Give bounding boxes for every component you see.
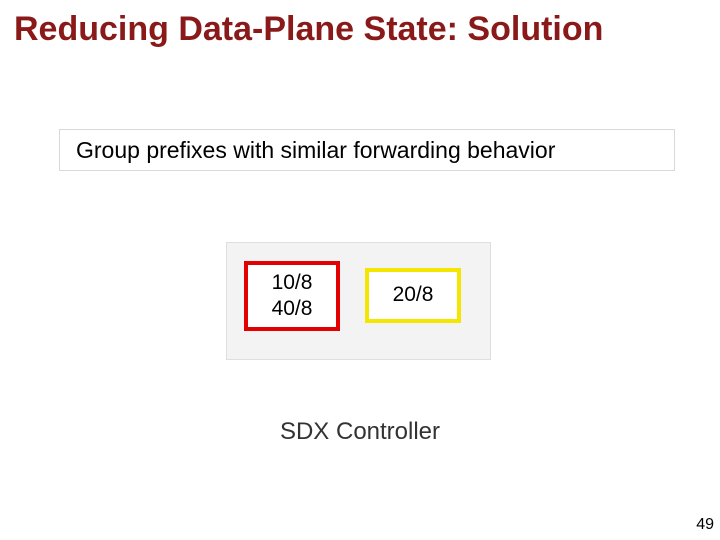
subtitle-box: Group prefixes with similar forwarding b… xyxy=(59,129,675,171)
slide-title: Reducing Data-Plane State: Solution xyxy=(14,10,674,49)
slide: Reducing Data-Plane State: Solution Grou… xyxy=(0,0,720,540)
subtitle-text: Group prefixes with similar forwarding b… xyxy=(76,137,555,164)
prefix-text: 40/8 xyxy=(272,296,313,322)
page-number: 49 xyxy=(696,516,714,534)
prefix-text: 10/8 xyxy=(272,270,313,296)
prefix-group-yellow: 20/8 xyxy=(365,268,461,323)
prefix-group-red: 10/8 40/8 xyxy=(244,261,340,331)
controller-label: SDX Controller xyxy=(0,418,720,446)
prefix-text: 20/8 xyxy=(393,282,434,308)
